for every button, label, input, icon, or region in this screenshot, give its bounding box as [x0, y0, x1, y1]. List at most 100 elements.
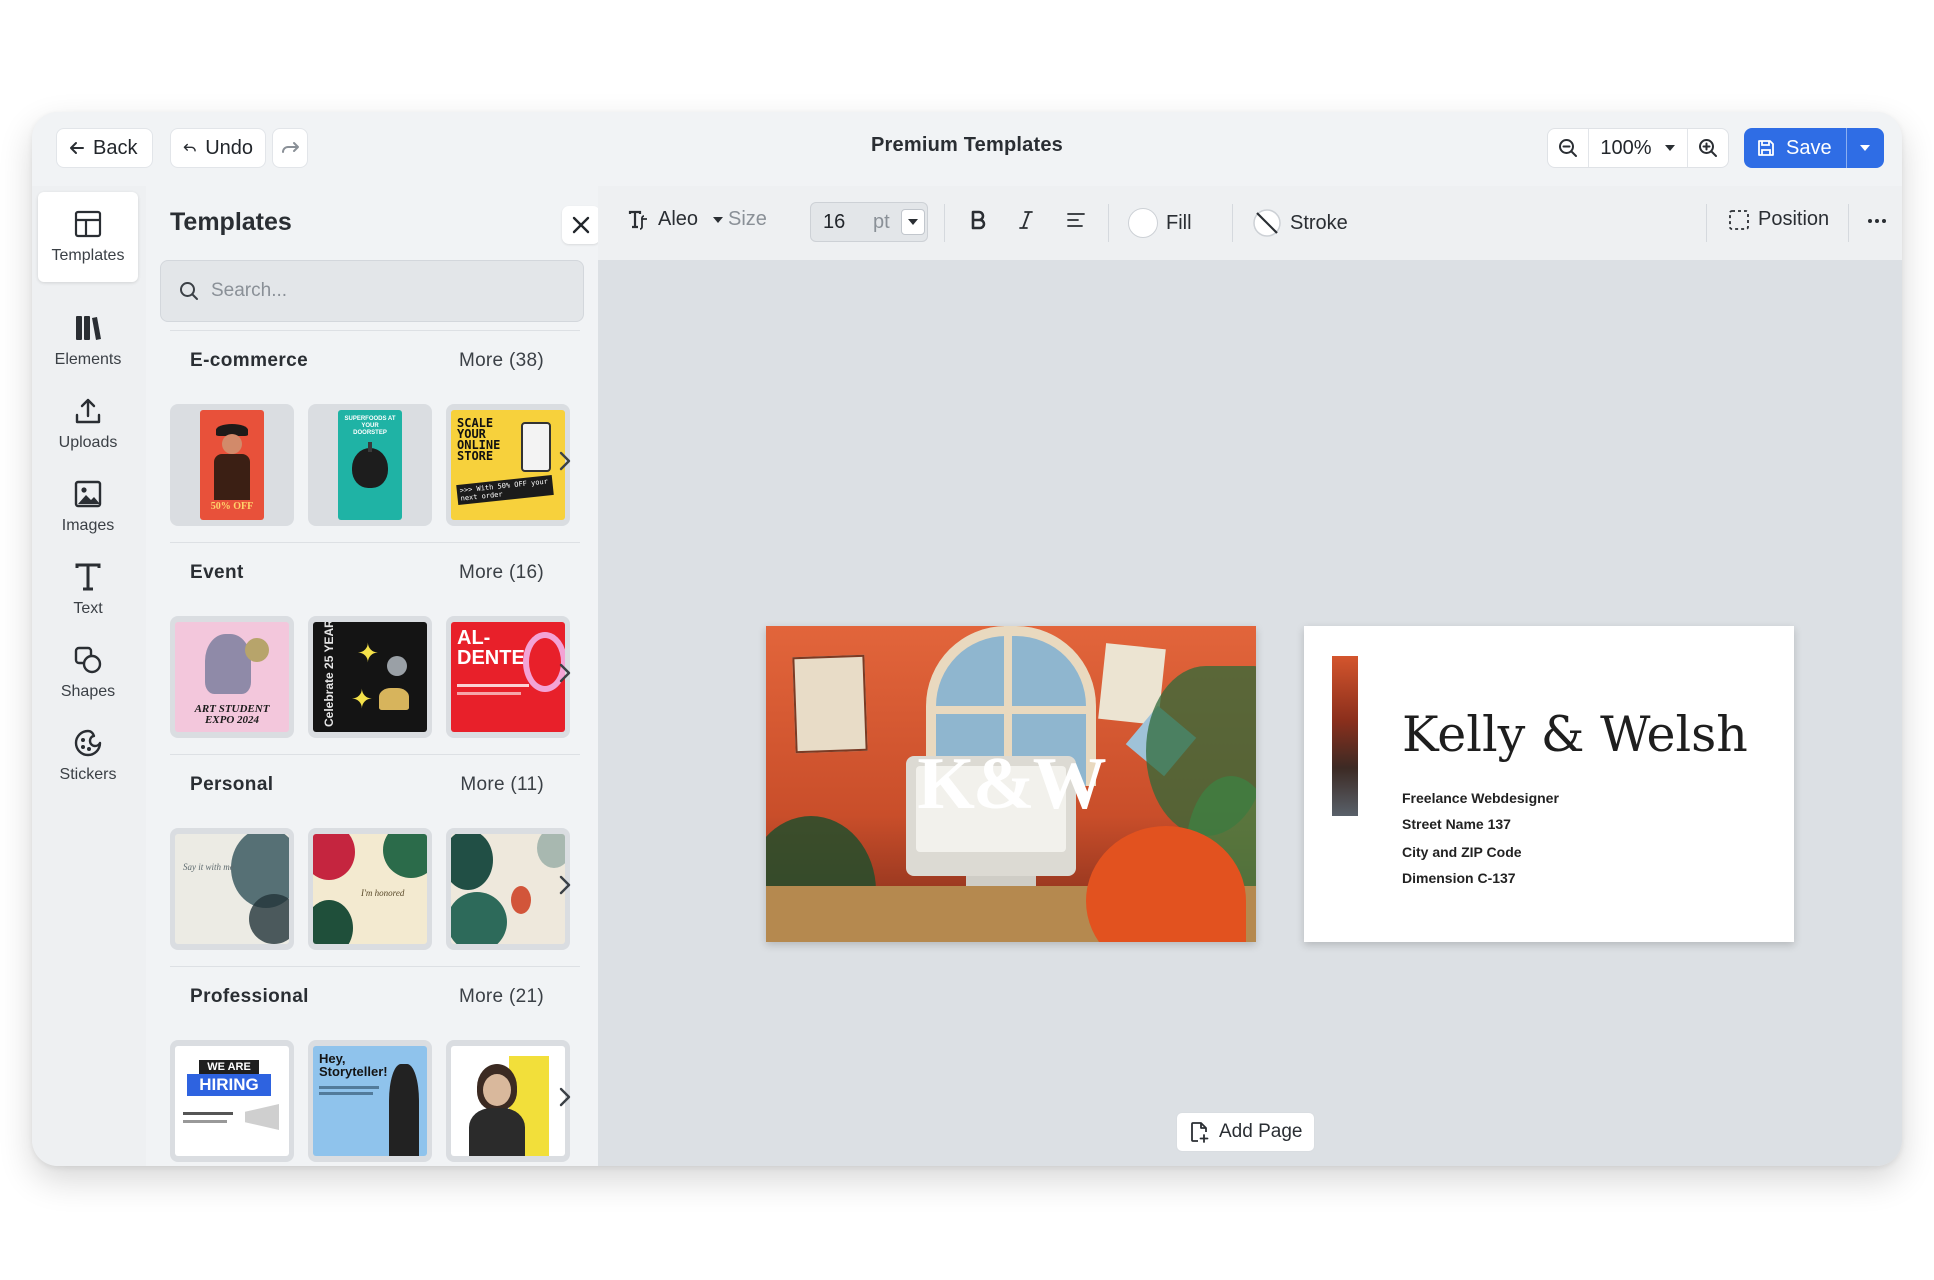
rail-label: Templates	[51, 247, 125, 264]
font-family-select[interactable]: Aleo	[628, 208, 724, 231]
align-button[interactable]	[1066, 212, 1086, 228]
template-thumbnail[interactable]: I'm honored	[308, 828, 432, 950]
upload-icon	[75, 398, 101, 424]
size-label: Size	[728, 208, 767, 230]
rail-item-uploads[interactable]: Uploads	[38, 379, 138, 469]
font-size-input[interactable]: 16 pt	[810, 202, 928, 242]
zoom-control: 100%	[1547, 128, 1729, 168]
back-line-4[interactable]: Dimension C-137	[1402, 870, 1516, 886]
rail-item-stickers[interactable]: Stickers	[38, 711, 138, 801]
stroke-none-icon	[1253, 209, 1281, 237]
caret-down-icon	[908, 219, 918, 225]
rail-label: Elements	[54, 351, 122, 368]
template-thumbnail[interactable]: Celebrate 25 YEARS ✦ ✦	[308, 616, 432, 738]
back-line-1[interactable]: Freelance Webdesigner	[1402, 790, 1559, 806]
chevron-right-icon	[559, 663, 571, 683]
more-link[interactable]: More (16)	[459, 562, 544, 584]
thumb-text: AL-DENTE	[457, 627, 525, 669]
next-templates-button[interactable]	[558, 450, 572, 477]
page-back[interactable]: Kelly & Welsh Freelance Webdesigner Stre…	[1304, 626, 1794, 942]
more-link[interactable]: More (21)	[459, 986, 544, 1008]
zoom-select[interactable]: 100%	[1588, 129, 1688, 167]
chevron-right-icon	[559, 1087, 571, 1107]
thumb-text: HIRING	[187, 1074, 271, 1096]
font-icon	[628, 210, 647, 230]
add-page-label: Add Page	[1219, 1121, 1303, 1142]
thumb-text: 50% OFF	[210, 501, 254, 512]
back-name[interactable]: Kelly & Welsh	[1402, 706, 1748, 763]
more-link[interactable]: More (11)	[460, 774, 544, 796]
font-name: Aleo	[658, 208, 699, 230]
next-templates-button[interactable]	[558, 874, 572, 901]
rail-label: Uploads	[58, 434, 118, 451]
italic-icon	[1019, 211, 1033, 229]
template-thumbnail[interactable]	[446, 1040, 570, 1162]
next-templates-button[interactable]	[558, 662, 572, 689]
template-thumbnail[interactable]: SCALE YOUR ONLINE STORE >>> With 50% OFF…	[446, 404, 570, 526]
section-title: Professional	[190, 986, 309, 1007]
fill-button[interactable]: Fill	[1128, 208, 1192, 238]
font-size-value: 16	[823, 210, 846, 233]
templates-panel: Templates E-commerce More (38) 50% OFF	[146, 186, 600, 1166]
template-thumbnail[interactable]: SUPERFOODS AT YOUR DOORSTEP	[308, 404, 432, 526]
next-templates-button[interactable]	[558, 1086, 572, 1113]
image-icon	[74, 480, 102, 508]
search-input[interactable]	[211, 280, 571, 302]
bold-button[interactable]	[970, 210, 986, 230]
font-size-dropdown[interactable]	[901, 209, 925, 235]
design-canvas: Aleo Size 16 pt Fill Stroke Position K&W…	[598, 186, 1902, 1166]
position-button[interactable]: Position	[1728, 208, 1829, 231]
thumb-text: SCALE YOUR ONLINE STORE	[457, 416, 501, 463]
rail-item-text[interactable]: Text	[38, 545, 138, 635]
top-bar: Back Undo Premium Templates 100% Save	[32, 112, 1902, 186]
format-toolbar: Aleo Size 16 pt Fill Stroke Position	[598, 186, 1902, 260]
font-size-unit: pt	[873, 210, 890, 233]
zoom-in-button[interactable]	[1688, 129, 1728, 167]
rail-item-shapes[interactable]: Shapes	[38, 628, 138, 718]
italic-button[interactable]	[1018, 210, 1034, 230]
close-panel-button[interactable]	[562, 206, 600, 244]
add-page-icon	[1191, 1122, 1209, 1143]
zoom-in-icon	[1699, 139, 1717, 157]
save-button[interactable]: Save	[1744, 128, 1846, 168]
template-thumbnail[interactable]: Hey, Storyteller!	[308, 1040, 432, 1162]
stroke-button[interactable]: Stroke	[1252, 208, 1348, 238]
back-line-2[interactable]: Street Name 137	[1402, 816, 1511, 832]
template-thumbnail[interactable]: AL-DENTE	[446, 616, 570, 738]
template-thumbnail[interactable]: Say it with me	[170, 828, 294, 950]
section-title: Event	[190, 562, 244, 583]
rail-label: Images	[61, 517, 115, 534]
template-thumbnail[interactable]: ART STUDENT EXPO 2024	[170, 616, 294, 738]
save-button-group: Save	[1744, 128, 1884, 168]
divider	[944, 204, 945, 242]
side-rail: Templates Elements Uploads Images Text S…	[32, 186, 142, 1166]
template-thumbnail[interactable]	[446, 828, 570, 950]
thumb-text: Say it with me	[183, 862, 234, 872]
text-icon	[75, 563, 101, 591]
template-thumbnail[interactable]: 50% OFF	[170, 404, 294, 526]
more-options-button[interactable]	[1866, 210, 1888, 232]
more-link[interactable]: More (38)	[459, 350, 544, 372]
page-front[interactable]: K&W	[766, 626, 1256, 942]
caret-down-icon	[1664, 145, 1675, 151]
search-icon	[180, 282, 198, 300]
add-page-button[interactable]: Add Page	[1176, 1112, 1316, 1152]
save-options-dropdown[interactable]	[1845, 128, 1884, 168]
zoom-out-icon	[1559, 139, 1577, 157]
thumb-text: Hey, Storyteller!	[319, 1051, 388, 1079]
front-monogram[interactable]: K&W	[766, 742, 1256, 827]
panel-title: Templates	[170, 208, 292, 236]
position-label: Position	[1758, 208, 1830, 230]
rail-item-elements[interactable]: Elements	[38, 296, 138, 386]
rail-item-templates[interactable]: Templates	[38, 192, 138, 282]
thumb-text: WE ARE	[199, 1060, 259, 1074]
rail-label: Shapes	[60, 683, 116, 700]
close-icon	[572, 216, 590, 234]
back-line-3[interactable]: City and ZIP Code	[1402, 844, 1522, 860]
rail-item-images[interactable]: Images	[38, 462, 138, 552]
zoom-out-button[interactable]	[1548, 129, 1588, 167]
divider	[170, 542, 580, 543]
zoom-value: 100%	[1600, 136, 1652, 159]
template-thumbnail[interactable]: WE ARE HIRING	[170, 1040, 294, 1162]
divider	[1848, 204, 1849, 242]
